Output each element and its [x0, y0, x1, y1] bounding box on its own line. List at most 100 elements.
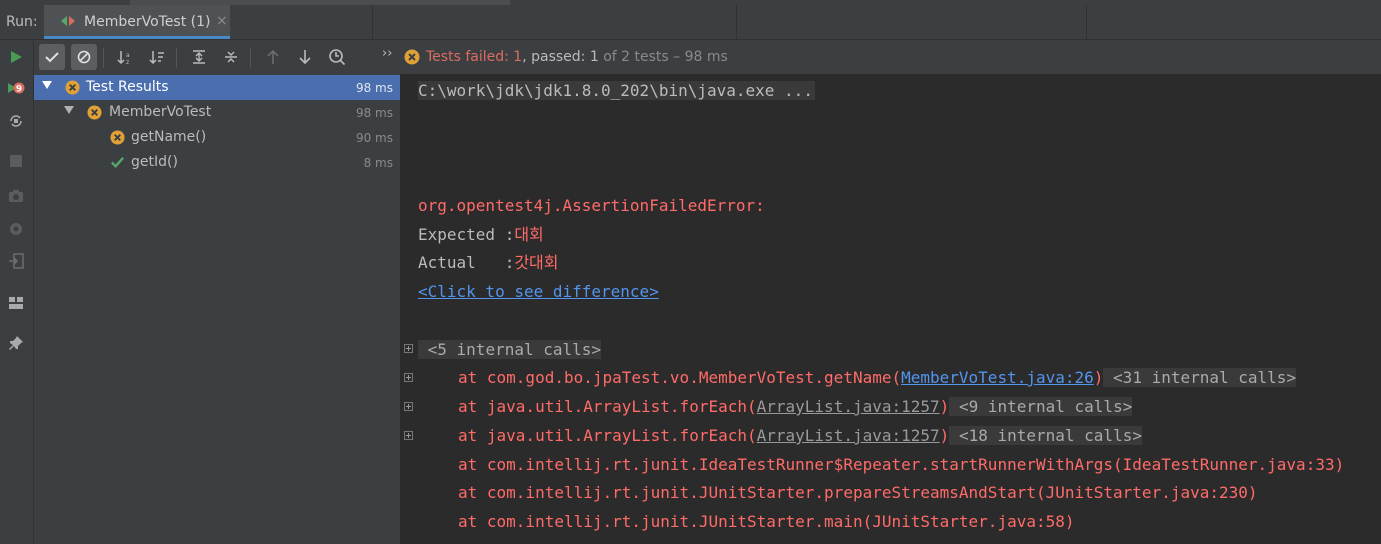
failed-test-icon [110, 130, 125, 145]
toggle-auto-test-icon[interactable] [5, 110, 27, 132]
toolbar-separator [250, 48, 251, 68]
run-label: Run: [6, 14, 38, 30]
source-link[interactable]: MemberVoTest.java:26 [901, 368, 1094, 387]
console-output[interactable]: C:\work\jdk\jdk1.8.0_202\bin\java.exe ..… [401, 74, 1381, 544]
tree-node-label: getId() [131, 154, 178, 170]
failed-test-icon [87, 105, 102, 120]
source-link[interactable]: ArrayList.java:1257 [757, 426, 940, 445]
error-class-line: org.opentest4j.AssertionFailedError: [418, 196, 765, 215]
failed-status-icon [404, 49, 420, 65]
test-duration: 8 ms [363, 156, 393, 170]
test-duration: 98 ms [355, 81, 393, 95]
console-command-line: C:\work\jdk\jdk1.8.0_202\bin\java.exe ..… [418, 80, 815, 102]
tree-row-membervotest[interactable]: MemberVoTest 98 ms [34, 100, 400, 125]
show-passed-icon[interactable] [39, 44, 65, 70]
stack-trace-line: at com.intellij.rt.junit.JUnitStarter.pr… [458, 483, 1258, 502]
internal-calls-fold[interactable]: <18 internal calls> [949, 426, 1142, 445]
test-duration: 90 ms [355, 131, 393, 145]
show-ignored-icon[interactable] [71, 44, 97, 70]
tree-node-label: MemberVoTest [109, 104, 212, 120]
stack-trace-line: at java.util.ArrayList.forEach(ArrayList… [418, 396, 1133, 418]
previous-failed-test-icon[interactable] [260, 44, 286, 70]
stack-frame-close: ) [939, 397, 950, 416]
svg-text:a: a [126, 52, 130, 59]
actual-line: Actual :갓대회 [418, 252, 559, 274]
passed-count: 1 [589, 49, 599, 65]
internal-calls-fold[interactable]: <5 internal calls> [418, 340, 602, 359]
stack-trace-line: at com.intellij.rt.junit.JUnitStarter.ma… [458, 512, 1075, 531]
rerun-failed-tests-icon[interactable]: 9 [5, 78, 27, 100]
tree-row-test-results[interactable]: Test Results 98 ms [34, 75, 400, 100]
failed-test-icon [65, 80, 80, 95]
internal-calls-fold[interactable]: <9 internal calls> [949, 397, 1133, 416]
camera-icon[interactable] [5, 185, 27, 207]
source-link[interactable]: ArrayList.java:1257 [757, 397, 940, 416]
pin-icon[interactable] [5, 332, 27, 354]
stack-trace-line: at com.intellij.rt.junit.IdeaTestRunner$… [458, 455, 1345, 474]
run-tab-title: MemberVoTest (1) [84, 14, 211, 30]
rerun-icon[interactable] [5, 46, 27, 68]
expected-line: Expected :대회 [418, 224, 544, 246]
fold-expand-icon[interactable] [404, 373, 413, 382]
next-failed-test-icon[interactable] [292, 44, 318, 70]
internal-calls-text: <18 internal calls> [958, 426, 1142, 445]
close-icon[interactable]: × [216, 13, 228, 29]
stack-frame: at java.util.ArrayList.forEach( [458, 397, 757, 416]
test-results-tree: Test Results 98 ms MemberVoTest 98 ms ge… [34, 74, 401, 544]
tree-node-label: getName() [131, 129, 207, 145]
failed-count: 1 [513, 49, 523, 65]
internal-calls-text: <9 internal calls> [958, 397, 1133, 416]
diff-link-line: <Click to see difference> [418, 281, 659, 303]
internal-calls-text: <31 internal calls> [1113, 368, 1297, 387]
tree-row-getname[interactable]: getName() 90 ms [34, 125, 400, 150]
stack-frame: at java.util.ArrayList.forEach( [458, 426, 757, 445]
settings-gear-icon[interactable] [5, 218, 27, 240]
stack-frame-close: ) [1093, 368, 1104, 387]
exit-icon[interactable] [5, 250, 27, 272]
test-duration: 98 ms [355, 106, 393, 120]
passed-label: , passed: [522, 49, 590, 65]
actual-label: Actual : [418, 253, 515, 272]
toolbar-separator [176, 48, 177, 68]
click-to-see-difference-link[interactable]: <Click to see difference> [418, 282, 659, 301]
test-run-icon [61, 16, 75, 26]
collapse-all-icon[interactable] [218, 44, 244, 70]
stop-icon[interactable] [5, 150, 27, 172]
passed-test-icon [111, 157, 125, 168]
layout-icon[interactable] [5, 292, 27, 314]
tree-node-label: Test Results [86, 79, 169, 95]
actual-value: 갓대회 [514, 253, 559, 272]
tree-row-getid[interactable]: getId() 8 ms [34, 150, 400, 175]
internal-calls-line: <5 internal calls> [418, 339, 602, 361]
expected-label: Expected : [418, 225, 515, 244]
fold-expand-icon[interactable] [404, 431, 413, 440]
test-tree-toolbar: az [34, 40, 400, 74]
test-status-bar: ›› Tests failed: 1, passed: 1 of 2 tests… [382, 40, 1381, 74]
expand-all-icon[interactable] [186, 44, 212, 70]
svg-text:z: z [126, 59, 129, 65]
sort-by-duration-icon[interactable] [144, 44, 170, 70]
fold-expand-icon[interactable] [404, 344, 413, 353]
expand-toolbar-icon[interactable]: ›› [382, 46, 392, 61]
stack-trace-line: at com.god.bo.jpaTest.vo.MemberVoTest.ge… [418, 367, 1297, 389]
sort-alphabetically-icon[interactable]: az [112, 44, 138, 70]
expand-arrow-icon[interactable] [42, 81, 52, 89]
stack-trace-line: at java.util.ArrayList.forEach(ArrayList… [418, 425, 1142, 447]
internal-calls-fold[interactable]: <31 internal calls> [1103, 368, 1297, 387]
tab-separator [372, 5, 373, 39]
svg-text:9: 9 [16, 85, 22, 95]
expected-value: 대회 [514, 225, 544, 244]
expand-arrow-icon[interactable] [64, 106, 74, 114]
tests-failed-label: Tests failed: [426, 49, 514, 65]
test-history-icon[interactable] [324, 44, 350, 70]
test-status-text: Tests failed: 1, passed: 1 of 2 tests – … [426, 49, 728, 65]
stack-frame-close: ) [939, 426, 950, 445]
tab-separator [736, 5, 737, 39]
tab-separator [1086, 5, 1087, 39]
internal-calls-text: <5 internal calls> [427, 340, 602, 359]
fold-expand-icon[interactable] [404, 402, 413, 411]
run-left-toolbar: 9 [0, 40, 34, 544]
stack-frame: at com.god.bo.jpaTest.vo.MemberVoTest.ge… [458, 368, 902, 387]
run-tab-membervotest[interactable]: MemberVoTest (1) × [44, 5, 230, 39]
java-command[interactable]: C:\work\jdk\jdk1.8.0_202\bin\java.exe ..… [418, 81, 815, 100]
